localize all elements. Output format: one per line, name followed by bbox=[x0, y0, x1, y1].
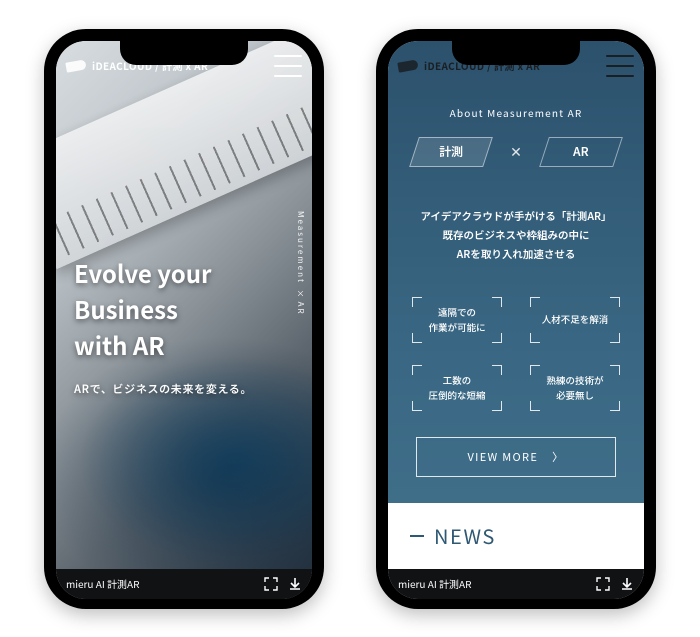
about-copy: アイデアクラウドが手がける「計測AR」 既存のビジネスや枠組みの中に ARを取り… bbox=[410, 207, 622, 265]
fullscreen-icon[interactable] bbox=[596, 577, 610, 591]
fullscreen-icon[interactable] bbox=[264, 577, 278, 591]
feature-line: 必要無し bbox=[556, 388, 594, 402]
phone-mockup-hero: iDEACLOUD / 計測 x AR Measurement × AR Evo… bbox=[44, 29, 324, 609]
view-more-label: VIEW MORE bbox=[468, 449, 539, 465]
feature-line: 工数の bbox=[443, 373, 472, 387]
news-dash-icon bbox=[410, 535, 424, 537]
feature-line: 人材不足を解消 bbox=[542, 312, 609, 326]
hero-headline-line: with AR bbox=[74, 327, 165, 362]
feature-item: 人材不足を解消 bbox=[530, 297, 620, 343]
download-icon[interactable] bbox=[288, 577, 302, 591]
menu-button[interactable] bbox=[606, 55, 634, 77]
download-icon[interactable] bbox=[620, 577, 634, 591]
brand-mark-icon bbox=[65, 59, 86, 72]
bottom-bar-label: mieru AI 計測AR bbox=[398, 576, 471, 591]
chip-x-icon: ✕ bbox=[510, 142, 522, 162]
news-section: NEWS bbox=[388, 503, 644, 569]
view-more-button[interactable]: VIEW MORE 〉 bbox=[416, 437, 616, 477]
feature-item: 熟練の技術が 必要無し bbox=[530, 365, 620, 411]
chip-measurement: 計測 bbox=[414, 137, 488, 167]
hero-headline-line: Business bbox=[74, 291, 178, 326]
menu-button[interactable] bbox=[274, 55, 302, 77]
bottom-bar: mieru AI 計測AR bbox=[388, 569, 644, 599]
side-vertical-label: Measurement × AR bbox=[295, 211, 306, 316]
about-section: iDEACLOUD / 計測 x AR About Measurement AR… bbox=[388, 41, 644, 503]
hero-headline: Evolve your Business with AR bbox=[74, 255, 290, 363]
feature-line: 圧倒的な短縮 bbox=[428, 388, 485, 402]
chevron-right-icon: 〉 bbox=[552, 449, 564, 465]
brand-mark-icon bbox=[397, 59, 418, 72]
about-features: 遠隔での 作業が可能に 人材不足を解消 工数の bbox=[412, 297, 620, 411]
news-heading: NEWS bbox=[434, 521, 496, 550]
feature-item: 工数の 圧倒的な短縮 bbox=[412, 365, 502, 411]
bottom-bar-label: mieru AI 計測AR bbox=[66, 576, 139, 591]
chip-ar: AR bbox=[544, 137, 618, 167]
about-copy-line: ARを取り入れ加速させる bbox=[410, 245, 622, 264]
hero-subcopy: ARで、ビジネスの未来を変える。 bbox=[74, 381, 290, 397]
feature-line: 作業が可能に bbox=[428, 320, 485, 334]
about-copy-line: アイデアクラウドが手がける「計測AR」 bbox=[410, 207, 622, 226]
phone-notch bbox=[120, 41, 248, 65]
feature-item: 遠隔での 作業が可能に bbox=[412, 297, 502, 343]
about-copy-line: 既存のビジネスや枠組みの中に bbox=[410, 226, 622, 245]
bottom-bar: mieru AI 計測AR bbox=[56, 569, 312, 599]
feature-line: 遠隔での bbox=[438, 305, 476, 319]
about-section-title: About Measurement AR bbox=[388, 105, 644, 120]
about-chips: 計測 ✕ AR bbox=[388, 137, 644, 167]
hero-copy: Evolve your Business with AR ARで、ビジネスの未来… bbox=[74, 255, 290, 397]
phone-notch bbox=[452, 41, 580, 65]
phone-mockup-about: iDEACLOUD / 計測 x AR About Measurement AR… bbox=[376, 29, 656, 609]
feature-line: 熟練の技術が bbox=[546, 373, 603, 387]
hero-headline-line: Evolve your bbox=[74, 255, 212, 290]
